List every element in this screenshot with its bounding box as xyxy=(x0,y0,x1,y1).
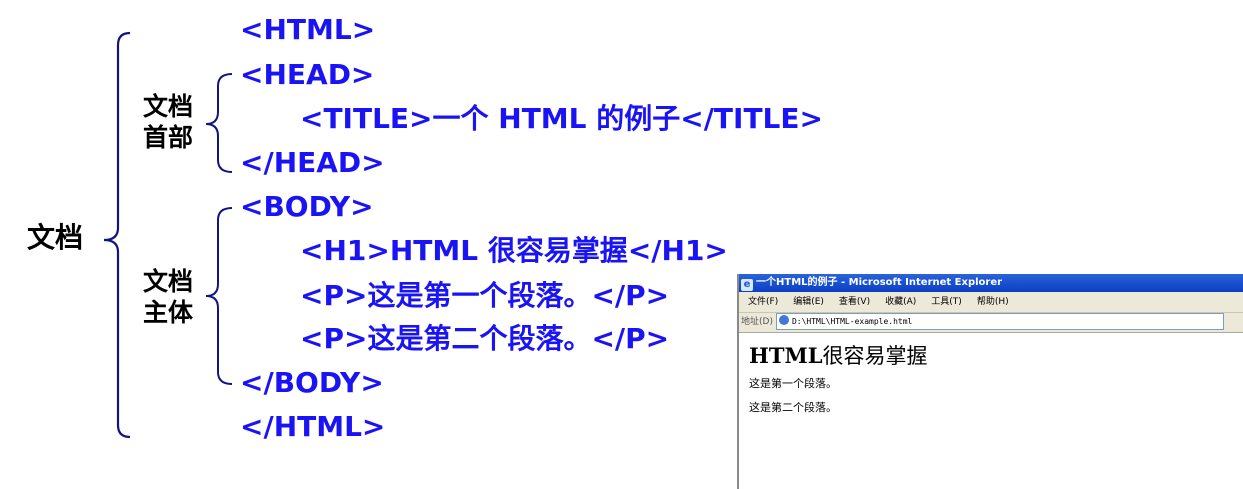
address-text: D:\HTML\HTML-example.html xyxy=(791,317,913,326)
code-html-open: <HTML> xyxy=(240,13,376,46)
browser-address-bar: 地址(D) D:\HTML\HTML-example.html xyxy=(739,313,1243,333)
address-input[interactable]: D:\HTML\HTML-example.html xyxy=(775,313,1224,330)
browser-window: e 一个HTML的例子 - Microsoft Internet Explorer… xyxy=(737,274,1243,489)
code-body-close: </BODY> xyxy=(240,366,384,399)
document-label: 文档 xyxy=(27,221,84,254)
browser-titlebar: e 一个HTML的例子 - Microsoft Internet Explorer xyxy=(739,274,1243,292)
menu-help[interactable]: 帮助(H) xyxy=(977,292,1009,312)
code-title-line: <TITLE>一个 HTML 的例子</TITLE> xyxy=(300,102,823,135)
code-p1-line: <P>这是第一个段落。</P> xyxy=(300,279,670,312)
paragraph-2: 这是第二个段落。 xyxy=(749,401,837,414)
document-body-label: 文档 主体 xyxy=(143,267,194,327)
menu-view[interactable]: 查看(V) xyxy=(839,292,870,312)
body-brace xyxy=(205,207,233,385)
browser-title: 一个HTML的例子 - Microsoft Internet Explorer xyxy=(756,277,1003,288)
menu-tools[interactable]: 工具(T) xyxy=(931,292,962,312)
address-label: 地址(D) xyxy=(741,317,773,327)
code-head-open: <HEAD> xyxy=(240,58,375,91)
internet-explorer-icon: e xyxy=(741,279,753,291)
code-body-open: <BODY> xyxy=(240,190,374,223)
menu-favorites[interactable]: 收藏(A) xyxy=(885,292,916,312)
browser-content: HTML很容易掌握 这是第一个段落。 这是第二个段落。 xyxy=(739,333,1243,433)
page-heading: HTML很容易掌握 xyxy=(749,343,1243,369)
menu-file[interactable]: 文件(F) xyxy=(748,292,778,312)
code-p2-line: <P>这是第二个段落。</P> xyxy=(300,322,670,355)
code-head-close: </HEAD> xyxy=(240,146,385,179)
document-brace xyxy=(103,31,131,439)
page-heading-latin: HTML xyxy=(749,343,823,368)
page-heading-cjk: 很容易掌握 xyxy=(822,344,928,368)
paragraph-1: 这是第一个段落。 xyxy=(749,377,837,390)
document-head-label: 文档 首部 xyxy=(143,92,194,152)
browser-menubar: 文件(F) 编辑(E) 查看(V) 收藏(A) 工具(T) 帮助(H) xyxy=(739,292,1243,313)
menu-edit[interactable]: 编辑(E) xyxy=(793,292,824,312)
page-icon xyxy=(778,315,789,325)
code-h1-line: <H1>HTML 很容易掌握</H1> xyxy=(300,234,728,267)
code-html-close: </HTML> xyxy=(240,410,386,443)
html-structure-diagram: 文档 文档 首部 文档 主体 <HTML> <HEAD> <TITLE>一个 H… xyxy=(0,0,1243,489)
head-brace xyxy=(205,73,233,173)
